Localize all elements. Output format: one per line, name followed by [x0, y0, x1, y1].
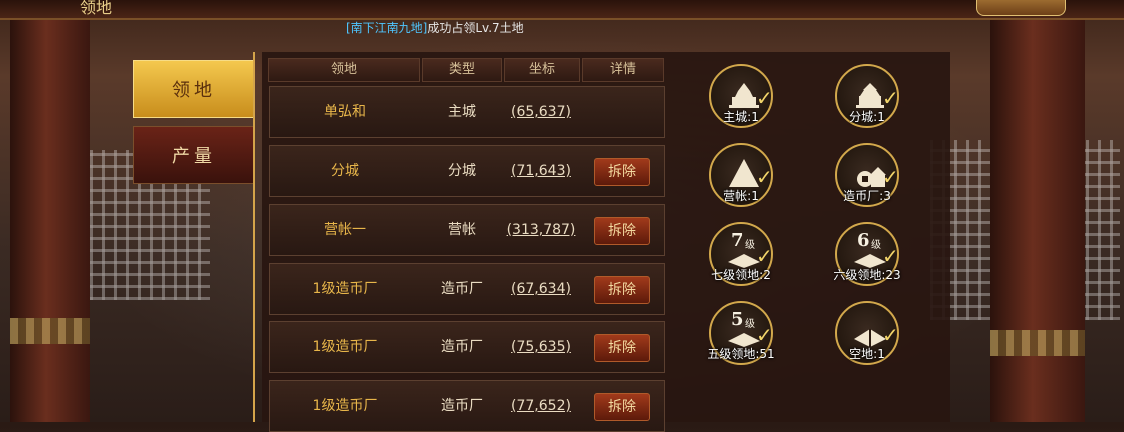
notice-player-link[interactable]: [南下江南九地]	[346, 21, 427, 35]
checkmark-icon: ✓	[756, 86, 773, 110]
level-suffix: 级	[745, 319, 755, 330]
level-number: 7	[731, 230, 744, 251]
level-number: 6	[857, 230, 870, 251]
checkmark-icon: ✓	[882, 86, 899, 110]
level-suffix: 级	[745, 240, 755, 251]
summary-label: 七级领地:2	[711, 268, 771, 282]
tab-territory[interactable]: 领地	[133, 60, 255, 118]
pillar-right	[990, 0, 1085, 422]
row-name: 单弘和	[324, 104, 366, 120]
checkmark-icon: ✓	[756, 165, 773, 189]
return-button[interactable]	[976, 0, 1066, 16]
row-name: 1级造币厂	[312, 281, 378, 297]
event-notice: [南下江南九地]成功占领Lv.7土地	[346, 19, 524, 36]
camp-tent-summary[interactable]: ✓ 营帐:1	[706, 143, 776, 213]
page-title: 领地	[80, 0, 113, 17]
header-coord: 坐标	[504, 58, 580, 82]
row-coord-link[interactable]: (65,637)	[504, 87, 578, 137]
summary-label: 分城:1	[849, 110, 885, 124]
summary-label: 主城:1	[723, 110, 759, 124]
table-row: 1级造币厂 造币厂 (75,635) 拆除	[269, 321, 665, 373]
empty-land-summary[interactable]: ✓ 空地:1	[832, 301, 902, 371]
header-detail: 详情	[582, 58, 664, 82]
row-coord-link[interactable]: (75,635)	[504, 322, 578, 372]
demolish-button[interactable]: 拆除	[594, 158, 650, 186]
tab-divider	[253, 52, 255, 422]
table-row: 1级造币厂 造币厂 (67,634) 拆除	[269, 263, 665, 315]
row-name: 营帐一	[324, 222, 366, 238]
demolish-button[interactable]: 拆除	[594, 276, 650, 304]
row-type: 造币厂	[441, 339, 483, 355]
level-number: 5	[731, 309, 744, 330]
checkmark-icon: ✓	[882, 244, 899, 268]
level7-land-summary[interactable]: 7 级 ✓ 七级领地:2	[706, 222, 776, 292]
checkmark-icon: ✓	[756, 323, 773, 347]
top-bar: 领地	[0, 0, 1124, 20]
row-type: 造币厂	[441, 398, 483, 414]
row-coord-link[interactable]: (67,634)	[504, 264, 578, 314]
checkmark-icon: ✓	[882, 323, 899, 347]
level6-land-summary[interactable]: 6 级 ✓ 六级领地:23	[832, 222, 902, 292]
table-row: 营帐一 营帐 (313,787) 拆除	[269, 204, 665, 256]
pillar-left	[10, 0, 90, 422]
main-city-summary[interactable]: ✓ 主城:1	[706, 64, 776, 134]
row-coord-link[interactable]: (313,787)	[504, 205, 578, 255]
demolish-button[interactable]: 拆除	[594, 393, 650, 421]
mint-summary[interactable]: ✓ 造币厂:3	[832, 143, 902, 213]
notice-text: 成功占领Lv.7土地	[427, 21, 524, 35]
checkmark-icon: ✓	[882, 165, 899, 189]
branch-city-summary[interactable]: ✓ 分城:1	[832, 64, 902, 134]
summary-label: 营帐:1	[723, 189, 759, 203]
demolish-button[interactable]: 拆除	[594, 334, 650, 362]
summary-label: 造币厂:3	[843, 189, 891, 203]
row-coord-link[interactable]: (77,652)	[504, 381, 578, 431]
row-name: 1级造币厂	[312, 339, 378, 355]
header-territory: 领地	[268, 58, 420, 82]
header-type: 类型	[422, 58, 502, 82]
row-type: 分城	[448, 163, 476, 179]
row-name: 分城	[331, 163, 359, 179]
row-type: 主城	[448, 104, 476, 120]
row-name: 1级造币厂	[312, 398, 378, 414]
tab-territory-label: 领地	[172, 80, 216, 101]
table-row: 单弘和 主城 (65,637)	[269, 86, 665, 138]
checkmark-icon: ✓	[756, 244, 773, 268]
table-row: 1级造币厂 造币厂 (77,652) 拆除	[269, 380, 665, 432]
row-type: 营帐	[448, 222, 476, 238]
tab-production[interactable]: 产量	[133, 126, 255, 184]
demolish-button[interactable]: 拆除	[594, 217, 650, 245]
level-suffix: 级	[871, 240, 881, 251]
level5-land-summary[interactable]: 5 级 ✓ 五级领地:51	[706, 301, 776, 371]
summary-label: 六级领地:23	[833, 268, 901, 282]
summary-label: 五级领地:51	[707, 347, 775, 361]
row-coord-link[interactable]: (71,643)	[504, 146, 578, 196]
tab-production-label: 产量	[172, 146, 216, 167]
row-type: 造币厂	[441, 281, 483, 297]
summary-label: 空地:1	[849, 347, 885, 361]
table-row: 分城 分城 (71,643) 拆除	[269, 145, 665, 197]
